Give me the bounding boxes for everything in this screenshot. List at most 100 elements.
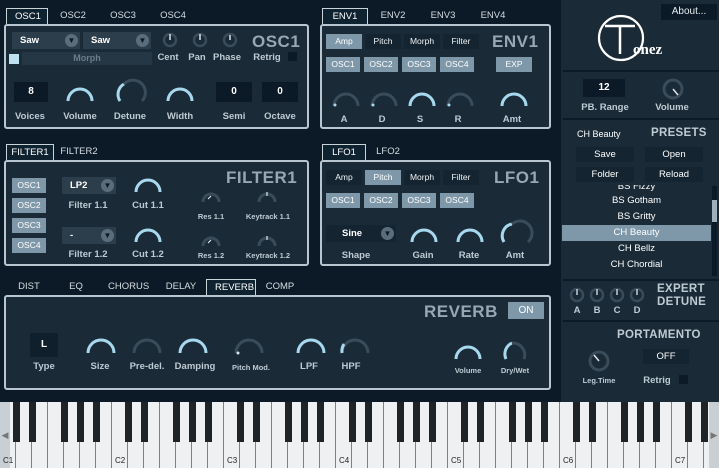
tab-osc1[interactable]: OSC1 xyxy=(6,8,48,24)
preset-item-selected[interactable]: CH Beauty xyxy=(562,225,711,241)
portamento-mode-button[interactable]: OFF xyxy=(643,349,689,364)
reverb-out-knobs[interactable] xyxy=(452,335,532,365)
expert-detune-knobs[interactable] xyxy=(569,286,649,304)
osc-main-knobs[interactable] xyxy=(62,77,222,107)
black-key[interactable] xyxy=(60,402,68,442)
black-key[interactable] xyxy=(684,402,692,442)
retrig-checkbox[interactable] xyxy=(288,52,297,61)
tab-env2[interactable]: ENV2 xyxy=(368,8,418,24)
osc-wave2-select[interactable]: Saw ▼ xyxy=(83,32,151,49)
tab-dist[interactable]: DIST xyxy=(6,279,52,295)
black-key[interactable] xyxy=(204,402,212,442)
env-exp-button[interactable]: EXP xyxy=(496,57,532,72)
black-key[interactable] xyxy=(460,402,468,442)
tab-lfo1[interactable]: LFO1 xyxy=(322,144,366,160)
lfo-osc4[interactable]: OSC4 xyxy=(440,193,474,208)
tab-env3[interactable]: ENV3 xyxy=(418,8,468,24)
preset-item[interactable]: BS Fizzy xyxy=(562,185,711,193)
lfo-osc1[interactable]: OSC1 xyxy=(326,193,360,208)
master-volume-knob[interactable] xyxy=(661,77,685,101)
preset-item[interactable]: BS Gotham xyxy=(562,193,711,209)
morph-toggle[interactable] xyxy=(9,54,19,64)
black-key[interactable] xyxy=(300,402,308,442)
tab-lfo2[interactable]: LFO2 xyxy=(366,144,410,160)
morph-slider[interactable]: Morph xyxy=(22,52,152,65)
reverb-type-value[interactable]: L xyxy=(30,333,58,357)
tab-env1[interactable]: ENV1 xyxy=(322,8,368,24)
env-target-amp[interactable]: Amp xyxy=(326,34,362,49)
black-key[interactable] xyxy=(476,402,484,442)
env-osc1[interactable]: OSC1 xyxy=(326,57,360,72)
preset-item[interactable]: CH Chordial xyxy=(562,257,711,273)
filter-osc2[interactable]: OSC2 xyxy=(12,198,46,213)
fx-on-button[interactable]: ON xyxy=(508,302,544,319)
black-key[interactable] xyxy=(140,402,148,442)
black-key[interactable] xyxy=(188,402,196,442)
black-key[interactable] xyxy=(364,402,372,442)
tab-filter1[interactable]: FILTER1 xyxy=(6,144,54,160)
lfo-target-amp[interactable]: Amp xyxy=(326,170,362,185)
filter1-type-select[interactable]: LP2 ▼ xyxy=(62,177,116,194)
legato-time-knob[interactable] xyxy=(587,349,611,373)
env-target-morph[interactable]: Morph xyxy=(404,34,440,49)
tab-osc4[interactable]: OSC4 xyxy=(148,8,198,24)
osc-small-knobs[interactable] xyxy=(162,30,272,50)
tab-eq[interactable]: EQ xyxy=(52,279,100,295)
black-key[interactable] xyxy=(636,402,644,442)
black-key[interactable] xyxy=(428,402,436,442)
lfo-target-morph[interactable]: Morph xyxy=(404,170,440,185)
filter-osc1[interactable]: OSC1 xyxy=(12,178,46,193)
lfo-osc2[interactable]: OSC2 xyxy=(364,193,398,208)
tab-chorus[interactable]: CHORUS xyxy=(100,279,156,295)
preset-item[interactable]: CH Bellz xyxy=(562,241,711,257)
black-key[interactable] xyxy=(412,402,420,442)
black-key[interactable] xyxy=(76,402,84,442)
black-key[interactable] xyxy=(12,402,20,442)
black-key[interactable] xyxy=(620,402,628,442)
semi-value[interactable]: 0 xyxy=(216,82,252,102)
black-key[interactable] xyxy=(508,402,516,442)
tab-osc3[interactable]: OSC3 xyxy=(98,8,148,24)
black-key[interactable] xyxy=(588,402,596,442)
tab-comp[interactable]: COMP xyxy=(256,279,304,295)
scrollbar-thumb[interactable] xyxy=(712,200,717,222)
black-key[interactable] xyxy=(124,402,132,442)
tab-filter2[interactable]: FILTER2 xyxy=(54,144,104,160)
black-key[interactable] xyxy=(652,402,660,442)
octave-value[interactable]: 0 xyxy=(262,82,298,102)
black-key[interactable] xyxy=(540,402,548,442)
lfo-osc3[interactable]: OSC3 xyxy=(402,193,436,208)
reverb-knobs[interactable] xyxy=(82,327,372,361)
black-key[interactable] xyxy=(172,402,180,442)
reload-button[interactable]: Reload xyxy=(645,167,703,182)
tab-env4[interactable]: ENV4 xyxy=(468,8,518,24)
black-key[interactable] xyxy=(524,402,532,442)
osc-wave1-select[interactable]: Saw ▼ xyxy=(12,32,80,49)
filter-osc4[interactable]: OSC4 xyxy=(12,238,46,253)
env-osc2[interactable]: OSC2 xyxy=(364,57,398,72)
env-target-filter[interactable]: Filter xyxy=(443,34,479,49)
save-button[interactable]: Save xyxy=(576,147,634,162)
black-key[interactable] xyxy=(396,402,404,442)
filter2-type-select[interactable]: - ▼ xyxy=(62,227,116,244)
preset-item[interactable]: BS Gritty xyxy=(562,209,711,225)
open-button[interactable]: Open xyxy=(645,147,703,162)
lfo-knobs[interactable] xyxy=(408,218,548,248)
black-key[interactable] xyxy=(700,402,708,442)
black-key[interactable] xyxy=(92,402,100,442)
env-osc3[interactable]: OSC3 xyxy=(402,57,436,72)
lfo-target-filter[interactable]: Filter xyxy=(443,170,479,185)
tab-delay[interactable]: DELAY xyxy=(156,279,206,295)
black-key[interactable] xyxy=(316,402,324,442)
piano-keyboard[interactable]: ◀ ▶ C1 C2 C3 C4 C5 C6 C7 xyxy=(0,402,719,468)
folder-button[interactable]: Folder xyxy=(576,167,634,182)
voices-value[interactable]: 8 xyxy=(14,82,48,102)
tab-reverb[interactable]: REVERB xyxy=(206,279,256,295)
env-osc4[interactable]: OSC4 xyxy=(440,57,474,72)
black-key[interactable] xyxy=(252,402,260,442)
tab-osc2[interactable]: OSC2 xyxy=(48,8,98,24)
portamento-retrig-checkbox[interactable] xyxy=(679,375,688,384)
pb-range-value[interactable]: 12 xyxy=(583,79,625,97)
black-key[interactable] xyxy=(284,402,292,442)
env-knobs[interactable] xyxy=(326,82,548,112)
